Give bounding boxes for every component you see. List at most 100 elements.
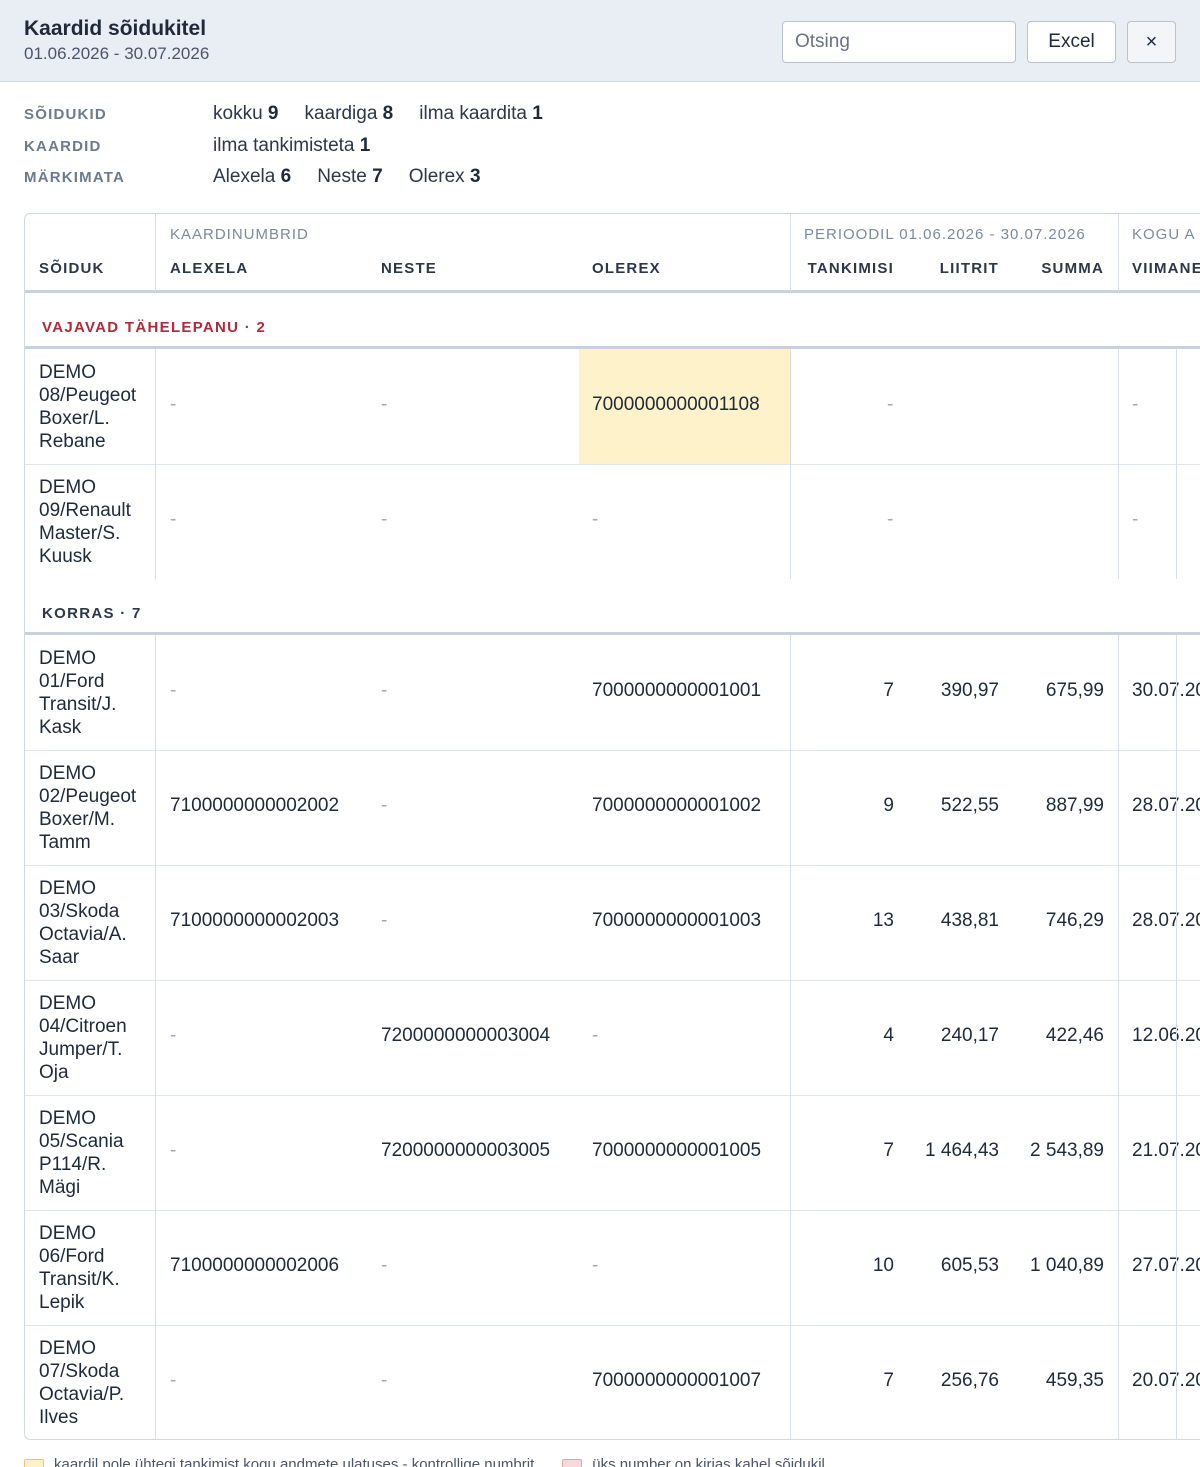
last-refuel-date: 30.07.20 [1132, 680, 1200, 701]
column-header-liters[interactable]: LIITRIT [889, 260, 999, 277]
table-row[interactable]: DEMO 09/Renault Master/S. Kuusk - - - - - [25, 464, 1200, 579]
group-header-period: PERIOODIL 01.06.2026 - 30.07.2026 [804, 226, 1086, 243]
table-row[interactable]: DEMO 08/Peugeot Boxer/L. Rebane - - 7000000… [25, 349, 1200, 464]
card-olerex: 7000000000001005 [592, 1140, 762, 1161]
table-row[interactable]: DEMO 06/Ford Transit/K. Lepik 71000000000… [25, 1210, 1200, 1325]
card-alexela: 7100000000002002 [170, 795, 340, 816]
group-header-cards: KAARDINUMBRID [170, 226, 309, 243]
column-divider [790, 980, 791, 1095]
table-row[interactable]: DEMO 02/Peugeot Boxer/M. Tamm 71000000000… [25, 750, 1200, 865]
column-divider [1118, 865, 1119, 980]
cards-table: KAARDINUMBRID PERIOODIL 01.06.2026 - 30.0… [24, 213, 1200, 1440]
liters-total: 256,76 [940, 1370, 999, 1391]
summary-item-text: Alexela [213, 166, 281, 187]
sum-total: 887,99 [1045, 795, 1104, 816]
summary-item: Alexela 6 [213, 166, 291, 187]
summary-item-value: 3 [469, 166, 481, 187]
card-neste: - [381, 1370, 388, 1391]
legend-text: üks number on kirjas kahel sõidukil [592, 1456, 825, 1467]
column-divider [790, 1095, 791, 1210]
dialog-title: Kaardid sõidukitel [24, 17, 207, 40]
summary-item: kokku 9 [213, 103, 279, 124]
summary-item-text: ilma tankimisteta [213, 135, 360, 156]
last-refuel-date: 28.07.20 [1132, 910, 1200, 931]
column-header-vehicle[interactable]: SÕIDUK [39, 260, 105, 277]
column-header-sum[interactable]: SUMMA [994, 260, 1104, 277]
card-alexela: 7100000000002003 [170, 910, 340, 931]
refuels-count: 7 [883, 680, 894, 701]
table-row[interactable]: DEMO 07/Skoda Octavia/P. Ilves - - 70000000… [25, 1325, 1200, 1439]
vehicle-name: DEMO 08/Peugeot Boxer/L. Rebane [39, 362, 137, 452]
sum-total: 459,35 [1045, 1370, 1104, 1391]
column-divider [1176, 349, 1177, 464]
column-divider [1118, 464, 1119, 579]
column-divider [155, 1325, 156, 1439]
vehicle-name: DEMO 02/Peugeot Boxer/M. Tamm [39, 763, 137, 853]
summary-item: ilma tankimisteta 1 [213, 135, 370, 156]
card-olerex: 7000000000001108 [592, 394, 760, 415]
summary-item-value: 8 [382, 103, 394, 124]
table-row[interactable]: DEMO 05/Scania P114/R. Mägi - 720000000000… [25, 1095, 1200, 1210]
summary-item-value: 1 [532, 103, 543, 124]
column-divider [1118, 750, 1119, 865]
card-olerex: 7000000000001001 [592, 680, 762, 701]
summary-item-text: kaardiga [304, 103, 383, 124]
sum-total: 1 040,89 [1030, 1255, 1104, 1276]
last-refuel-date: 12.06.20 [1132, 1025, 1200, 1046]
column-divider [155, 1210, 156, 1325]
column-divider [1118, 635, 1119, 750]
last-refuel-date: - [1132, 394, 1139, 415]
close-icon: × [1145, 30, 1158, 53]
refuels-count: 13 [872, 910, 894, 931]
column-divider [790, 464, 791, 579]
card-neste: 7200000000003005 [381, 1140, 551, 1161]
refuels-count: 7 [883, 1370, 894, 1391]
liters-total: 605,53 [940, 1255, 999, 1276]
summary-item-text: Neste [317, 166, 373, 187]
column-divider [790, 1325, 791, 1439]
column-header-refuels[interactable]: TANKIMISI [784, 260, 894, 277]
column-divider [155, 349, 156, 464]
column-divider [155, 214, 156, 292]
column-divider [1176, 635, 1177, 750]
last-refuel-date: - [1132, 509, 1139, 530]
summary-label: MÄRKIMATA [24, 169, 126, 186]
column-divider [155, 635, 156, 750]
search-input[interactable] [782, 21, 1016, 63]
column-header-alexela[interactable]: ALEXELA [170, 260, 248, 277]
card-neste: - [381, 394, 388, 415]
vehicle-name: DEMO 04/Citroen Jumper/T. Oja [39, 993, 127, 1083]
table-row[interactable]: DEMO 01/Ford Transit/J. Kask - - 7000000000… [25, 635, 1200, 750]
column-divider [1176, 1095, 1177, 1210]
last-refuel-date: 28.07.20 [1132, 795, 1200, 816]
card-olerex: - [592, 1025, 599, 1046]
sum-total: 746,29 [1045, 910, 1104, 931]
legend-swatch [562, 1459, 583, 1467]
summary-item: Olerex 3 [409, 166, 481, 187]
column-divider [1118, 1325, 1119, 1439]
column-header-neste[interactable]: NESTE [381, 260, 437, 277]
table-header-divider [25, 290, 1200, 293]
excel-export-button[interactable]: Excel [1027, 21, 1116, 63]
legend-item: kaardil pole ühtegi tankimist kogu andme… [24, 1456, 534, 1467]
legend-item: üks number on kirjas kahel sõidukil [562, 1456, 825, 1467]
refuels-count: 10 [872, 1255, 894, 1276]
column-divider [1118, 1095, 1119, 1210]
column-divider [1118, 349, 1119, 464]
vehicle-name: DEMO 06/Ford Transit/K. Lepik [39, 1223, 120, 1313]
card-alexela: - [170, 1140, 177, 1161]
column-divider [155, 865, 156, 980]
last-refuel-date: 21.07.20 [1132, 1140, 1200, 1161]
refuels-count: - [887, 509, 894, 530]
card-alexela: - [170, 394, 177, 415]
vehicle-name: DEMO 03/Skoda Octavia/A. Saar [39, 878, 127, 968]
summary-row: KAARDID ilma tankimisteta 1 [0, 132, 1200, 160]
column-divider [155, 980, 156, 1095]
column-header-last[interactable]: VIIMANE [1132, 260, 1200, 277]
close-button[interactable]: × [1127, 21, 1176, 63]
column-header-olerex[interactable]: OLEREX [592, 260, 661, 277]
liters-total: 1 464,43 [925, 1140, 999, 1161]
table-row[interactable]: DEMO 03/Skoda Octavia/A. Saar 71000000000… [25, 865, 1200, 980]
last-refuel-date: 20.07.20 [1132, 1370, 1200, 1391]
table-row[interactable]: DEMO 04/Citroen Jumper/T. Oja - 7200000000… [25, 980, 1200, 1095]
